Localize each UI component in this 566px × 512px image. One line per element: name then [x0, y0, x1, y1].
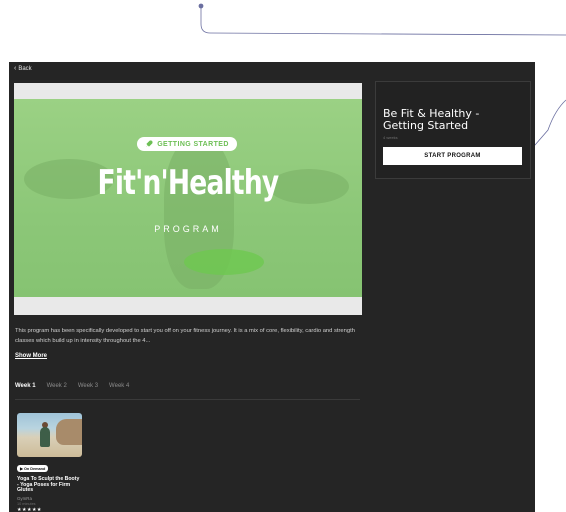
program-duration: 4 weeks — [383, 135, 398, 140]
tab-week-1[interactable]: Week 1 — [15, 382, 36, 399]
hero-title: Fit'n'Healthy — [97, 163, 280, 203]
start-program-button[interactable]: START PROGRAM — [383, 147, 522, 165]
week-tabs: Week 1 Week 2 Week 3 Week 4 — [15, 382, 360, 400]
class-duration: 10 minutes — [17, 501, 36, 506]
hero-subtitle: PROGRAM — [154, 224, 222, 234]
hero-figure-top — [184, 249, 264, 275]
class-thumbnail[interactable] — [17, 413, 82, 457]
class-title[interactable]: Yoga To Sculpt the Booty - Yoga Poses fo… — [17, 476, 81, 494]
class-instructor: GymRa — [17, 495, 32, 501]
getting-started-badge: GETTING STARTED — [137, 137, 237, 151]
hero-image: GETTING STARTED Fit'n'Healthy PROGRAM — [14, 99, 362, 297]
program-hero: GETTING STARTED Fit'n'Healthy PROGRAM — [14, 83, 362, 315]
show-more-link[interactable]: Show More — [15, 353, 47, 359]
annotation-line-top — [200, 6, 566, 36]
getting-started-label: GETTING STARTED — [157, 140, 229, 148]
tab-week-2[interactable]: Week 2 — [47, 382, 67, 399]
on-demand-badge: ▶ On Demand — [17, 465, 49, 472]
program-description: This program has been specifically devel… — [15, 328, 355, 344]
program-title: Be Fit & Healthy - Getting Started — [383, 107, 480, 132]
thumbnail-rock — [56, 419, 82, 445]
class-card[interactable]: ▶ On Demand Yoga To Sculpt the Booty - Y… — [17, 413, 87, 512]
star-rating: ★★★★★ — [17, 506, 42, 512]
tab-week-4[interactable]: Week 4 — [109, 382, 129, 399]
tab-week-3[interactable]: Week 3 — [78, 382, 98, 399]
annotation-dot — [198, 3, 204, 9]
back-button[interactable]: ‹ Back — [14, 65, 32, 72]
chevron-left-icon: ‹ — [14, 65, 17, 72]
program-summary-card: Be Fit & Healthy - Getting Started 4 wee… — [375, 81, 531, 179]
program-page: ‹ Back GETTING STARTED Fit'n'Healthy PRO… — [9, 62, 535, 512]
back-label: Back — [18, 66, 32, 72]
rocket-icon — [146, 140, 153, 147]
thumbnail-person — [40, 427, 50, 447]
